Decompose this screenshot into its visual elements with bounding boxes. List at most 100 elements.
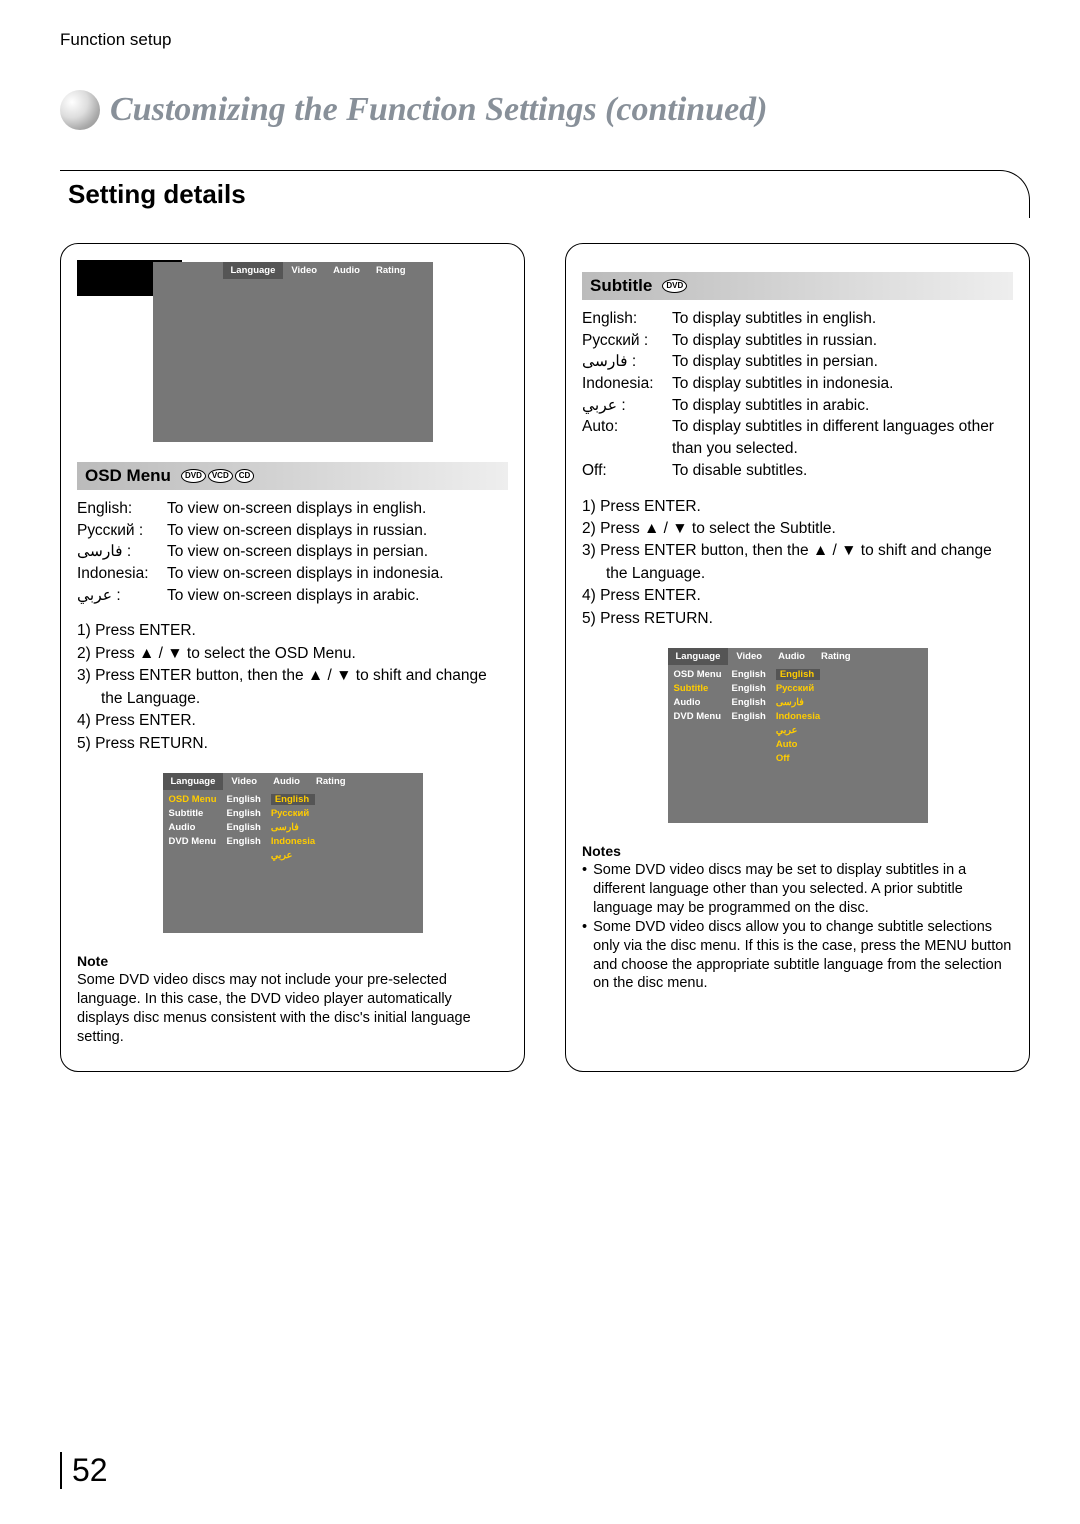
lang-desc: To display subtitles in different langua… bbox=[672, 416, 1013, 459]
osd-screen-top: Language Video Audio Rating bbox=[153, 262, 433, 442]
osd-item: فارسی bbox=[776, 697, 820, 708]
step: 3) Press ENTER button, then the ▲ / ▼ to… bbox=[582, 540, 1013, 585]
osd-item: فارسی bbox=[271, 822, 315, 833]
osd-item: Indonesia bbox=[271, 836, 315, 847]
lang-term: Off: bbox=[582, 460, 672, 482]
osd-item: Indonesia bbox=[776, 711, 820, 722]
disc-badges: DVD VCD CD bbox=[181, 469, 254, 483]
lang-desc: To display subtitles in russian. bbox=[672, 330, 877, 352]
lang-term: عربي : bbox=[582, 395, 672, 417]
osd-item: English bbox=[776, 669, 820, 680]
osd-item: Русский bbox=[776, 683, 820, 694]
lang-desc: To display subtitles in indonesia. bbox=[672, 373, 893, 395]
disc-vcd: VCD bbox=[208, 469, 233, 483]
lang-desc: To view on-screen displays in russian. bbox=[167, 520, 427, 542]
osd-col1: OSD Menu Subtitle Audio DVD Menu bbox=[674, 669, 722, 764]
notes-list: Some DVD video discs may be set to displ… bbox=[582, 861, 1013, 993]
osd-col3: English Русский فارسی Indonesia عربي bbox=[271, 794, 315, 861]
tab-language: Language bbox=[668, 648, 729, 665]
osd-item: Audio bbox=[169, 822, 217, 833]
note-heading: Note bbox=[77, 953, 508, 969]
osd-item: English bbox=[227, 808, 261, 819]
page-title-row: Customizing the Function Settings (conti… bbox=[60, 90, 1030, 130]
lang-desc: To view on-screen displays in english. bbox=[167, 498, 426, 520]
subtitle-heading: Subtitle bbox=[590, 276, 652, 296]
osd-menu-heading-row: OSD Menu DVD VCD CD bbox=[77, 462, 508, 490]
osd-screen-bottom-left: Language Video Audio Rating OSD Menu Sub… bbox=[163, 773, 423, 933]
lang-term: فارسی : bbox=[77, 541, 167, 563]
osd-item: Subtitle bbox=[169, 808, 217, 819]
right-column: Subtitle DVD English:To display subtitle… bbox=[565, 243, 1030, 1072]
note-text: Some DVD video discs may not include you… bbox=[77, 971, 508, 1046]
tab-audio: Audio bbox=[770, 648, 813, 665]
osd-item: English bbox=[227, 822, 261, 833]
osd-item: Русский bbox=[271, 808, 315, 819]
osd-language-list: English:To view on-screen displays in en… bbox=[77, 498, 508, 606]
osd-item: عربي bbox=[271, 850, 315, 861]
osd-item: Subtitle bbox=[674, 683, 722, 694]
step: 2) Press ▲ / ▼ to select the Subtitle. bbox=[582, 518, 1013, 540]
osd-col2: English English English English bbox=[732, 669, 766, 764]
tab-video: Video bbox=[283, 262, 325, 279]
lang-term: Русский : bbox=[582, 330, 672, 352]
note-item: Some DVD video discs may be set to displ… bbox=[593, 861, 1013, 918]
disc-cd: CD bbox=[235, 469, 255, 483]
page-number: 52 bbox=[60, 1452, 108, 1489]
disc-dvd: DVD bbox=[181, 469, 206, 483]
osd-col2: English English English English bbox=[227, 794, 261, 861]
tab-video: Video bbox=[223, 773, 265, 790]
subtitle-language-list: English:To display subtitles in english.… bbox=[582, 308, 1013, 482]
lang-desc: To display subtitles in english. bbox=[672, 308, 876, 330]
page-title: Customizing the Function Settings (conti… bbox=[110, 91, 768, 129]
step: 1) Press ENTER. bbox=[582, 496, 1013, 518]
note-item: Some DVD video discs allow you to change… bbox=[593, 918, 1013, 993]
step: 2) Press ▲ / ▼ to select the OSD Menu. bbox=[77, 643, 508, 665]
osd-col1: OSD Menu Subtitle Audio DVD Menu bbox=[169, 794, 217, 861]
lang-term: عربي : bbox=[77, 585, 167, 607]
tab-audio: Audio bbox=[265, 773, 308, 790]
step: 5) Press RETURN. bbox=[77, 733, 508, 755]
osd-item: Audio bbox=[674, 697, 722, 708]
osd-item: English bbox=[227, 836, 261, 847]
section-label: Function setup bbox=[60, 30, 1030, 50]
osd-item: OSD Menu bbox=[169, 794, 217, 805]
disc-badges: DVD bbox=[662, 279, 687, 293]
notes-heading: Notes bbox=[582, 843, 1013, 859]
lang-term: Indonesia: bbox=[582, 373, 672, 395]
disc-dvd: DVD bbox=[662, 279, 687, 293]
lang-term: Русский : bbox=[77, 520, 167, 542]
tab-language: Language bbox=[223, 262, 284, 279]
osd-item: English bbox=[732, 683, 766, 694]
lang-term: Auto: bbox=[582, 416, 672, 459]
lang-term: English: bbox=[77, 498, 167, 520]
tab-rating: Rating bbox=[813, 648, 859, 665]
osd-item: DVD Menu bbox=[674, 711, 722, 722]
osd-item: OSD Menu bbox=[674, 669, 722, 680]
osd-steps: 1) Press ENTER. 2) Press ▲ / ▼ to select… bbox=[77, 620, 508, 755]
osd-item: عربي bbox=[776, 725, 820, 736]
lang-desc: To view on-screen displays in arabic. bbox=[167, 585, 419, 607]
step: 1) Press ENTER. bbox=[77, 620, 508, 642]
osd-menu-heading: OSD Menu bbox=[85, 466, 171, 486]
sphere-icon bbox=[60, 90, 100, 130]
tab-audio: Audio bbox=[325, 262, 368, 279]
tab-language: Language bbox=[163, 773, 224, 790]
section-heading: Setting details bbox=[60, 170, 1030, 218]
step: 4) Press ENTER. bbox=[582, 585, 1013, 607]
subtitle-heading-row: Subtitle DVD bbox=[582, 272, 1013, 300]
lang-desc: To display subtitles in persian. bbox=[672, 351, 878, 373]
osd-screen-right: Language Video Audio Rating OSD Menu Sub… bbox=[668, 648, 928, 823]
subtitle-steps: 1) Press ENTER. 2) Press ▲ / ▼ to select… bbox=[582, 496, 1013, 631]
tab-rating: Rating bbox=[368, 262, 414, 279]
lang-term: English: bbox=[582, 308, 672, 330]
lang-desc: To disable subtitles. bbox=[672, 460, 807, 482]
lang-term: فارسی : bbox=[582, 351, 672, 373]
tab-rating: Rating bbox=[308, 773, 354, 790]
tab-video: Video bbox=[728, 648, 770, 665]
osd-item: Auto bbox=[776, 739, 820, 750]
osd-item: English bbox=[732, 697, 766, 708]
lang-desc: To display subtitles in arabic. bbox=[672, 395, 869, 417]
osd-item: Off bbox=[776, 753, 820, 764]
osd-item: DVD Menu bbox=[169, 836, 217, 847]
osd-item: English bbox=[732, 711, 766, 722]
